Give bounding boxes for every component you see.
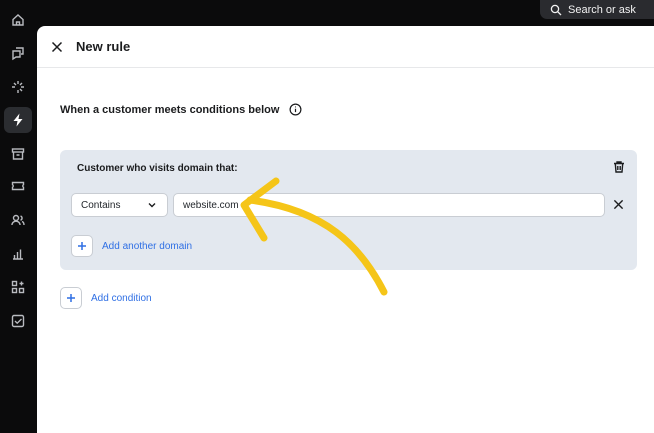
operator-select[interactable]: Contains — [71, 193, 168, 217]
page-title: New rule — [76, 39, 131, 54]
chevron-down-icon — [147, 200, 157, 210]
conditions-heading: When a customer meets conditions below — [60, 103, 302, 116]
add-condition-label: Add condition — [91, 292, 152, 304]
bar-chart-icon[interactable] — [9, 245, 27, 263]
domain-input[interactable] — [173, 193, 605, 217]
panel-header: New rule — [37, 26, 654, 68]
info-icon[interactable] — [289, 103, 302, 116]
ticket-icon[interactable] — [9, 177, 27, 195]
add-domain-button[interactable]: Add another domain — [71, 235, 192, 257]
close-icon[interactable] — [50, 40, 64, 54]
plus-icon — [60, 287, 82, 309]
chat-icon[interactable] — [9, 44, 27, 62]
add-condition-button[interactable]: Add condition — [60, 287, 152, 309]
trash-icon[interactable] — [612, 160, 626, 174]
lightning-icon[interactable] — [4, 107, 32, 133]
add-domain-label: Add another domain — [102, 240, 193, 252]
archive-icon[interactable] — [9, 145, 27, 163]
search-label: Search or ask — [568, 3, 636, 16]
search-icon — [550, 4, 562, 16]
condition-group: Customer who visits domain that: Contain… — [60, 150, 637, 270]
search-button[interactable]: Search or ask — [540, 0, 654, 19]
plus-icon — [71, 235, 93, 257]
people-icon[interactable] — [9, 211, 27, 229]
condition-group-title: Customer who visits domain that: — [77, 163, 238, 174]
sparkle-icon[interactable] — [9, 78, 27, 96]
home-icon[interactable] — [9, 11, 27, 29]
left-sidebar — [0, 0, 37, 433]
conditions-heading-text: When a customer meets conditions below — [60, 103, 280, 116]
remove-row-icon[interactable] — [613, 199, 625, 211]
apps-icon[interactable] — [9, 278, 27, 296]
new-rule-panel: New rule When a customer meets condition… — [37, 26, 654, 433]
operator-select-value: Contains — [81, 199, 121, 211]
checkbox-icon[interactable] — [9, 312, 27, 330]
